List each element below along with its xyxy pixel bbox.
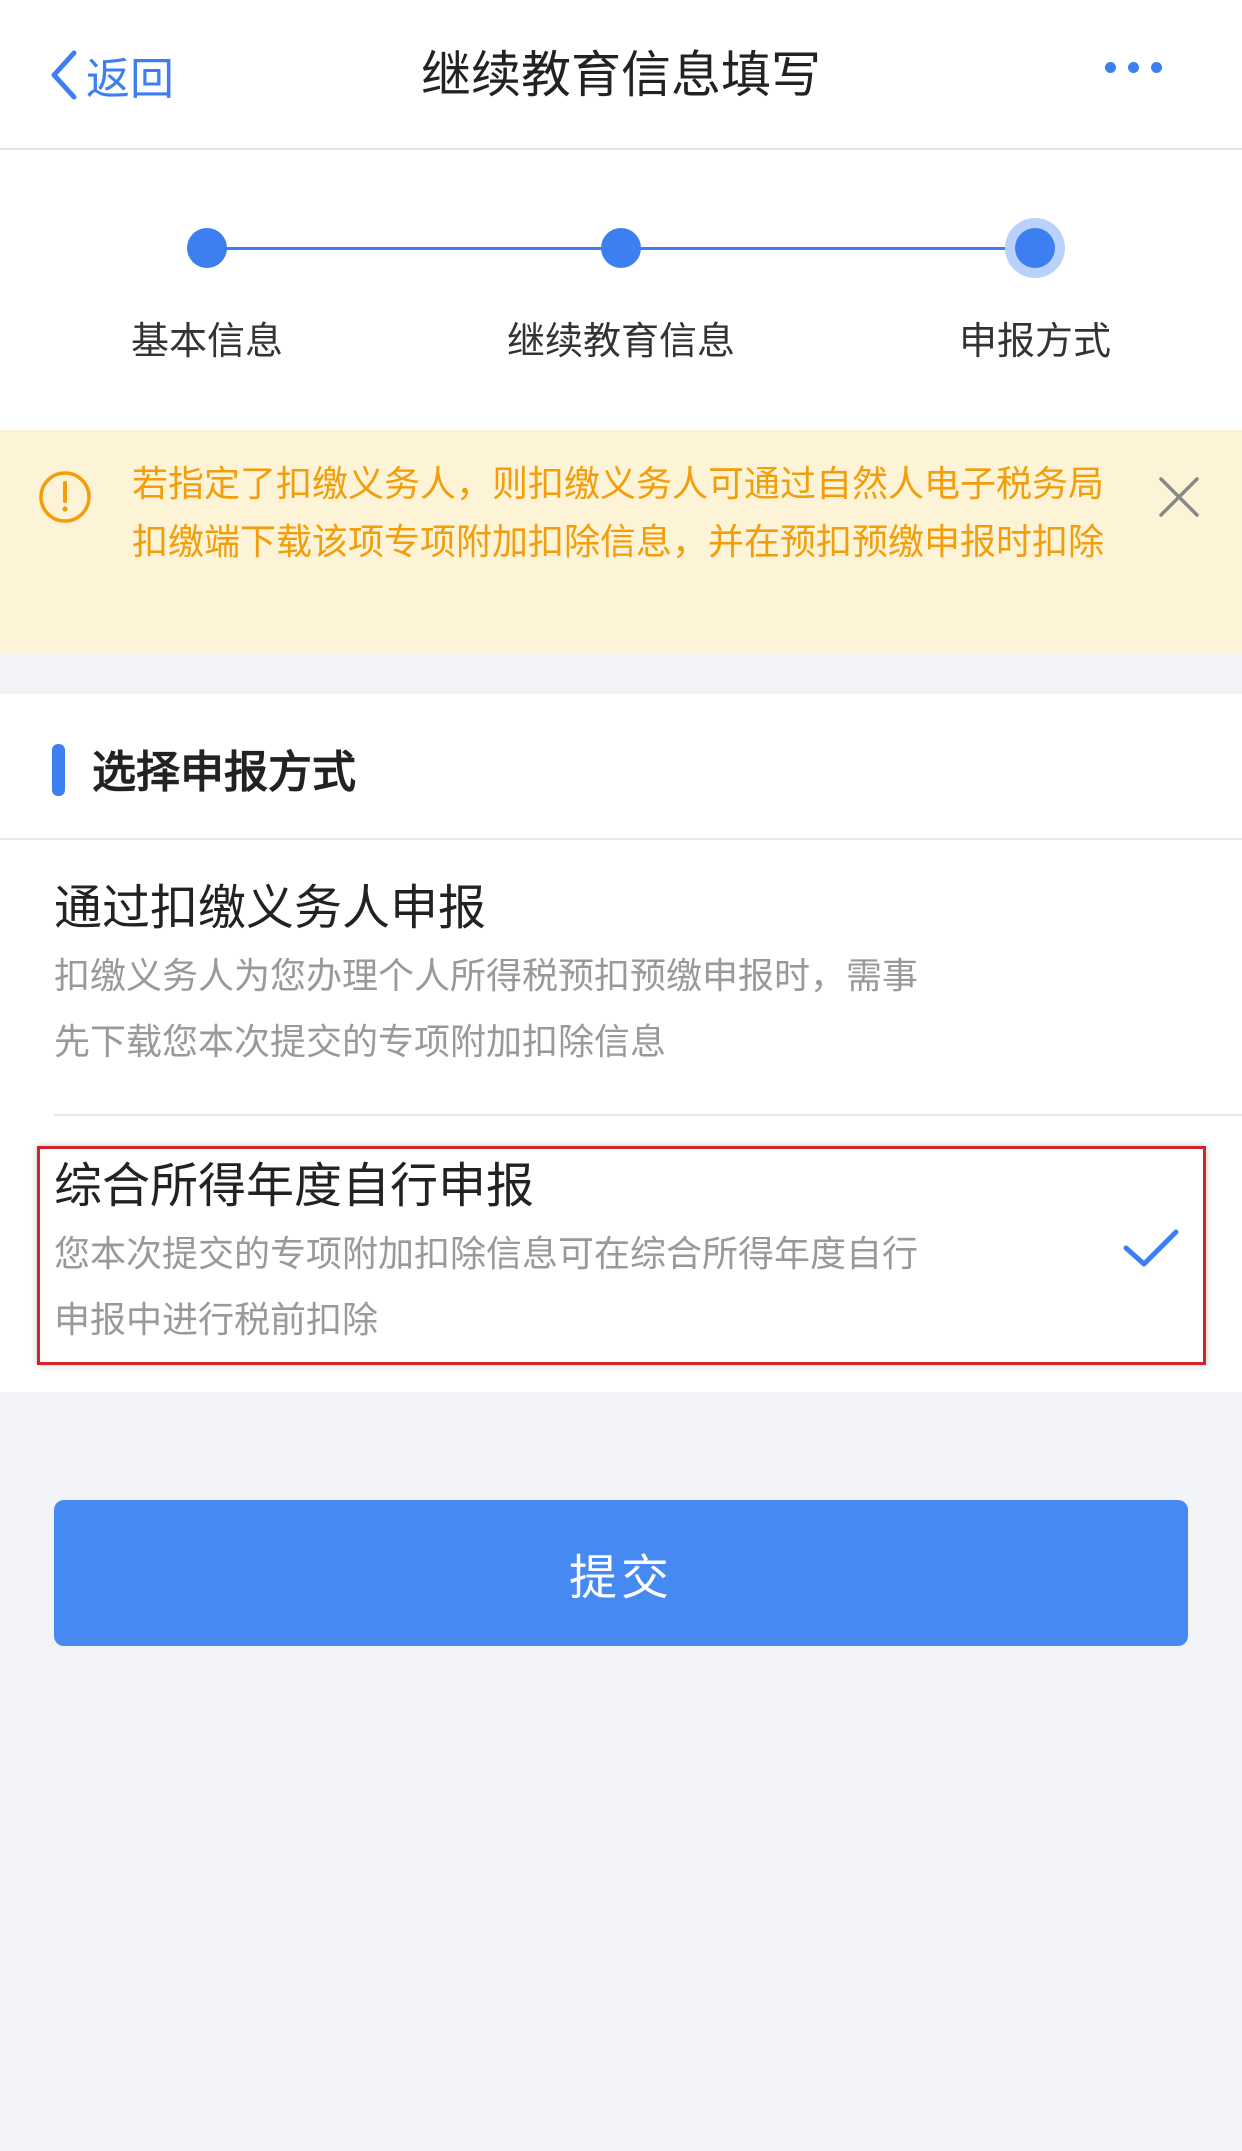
checkmark-icon [1123, 1229, 1179, 1267]
step-label-method: 申报方式 [958, 319, 1111, 363]
declaration-method-card: 选择申报方式 通过扣缴义务人申报 扣缴义务人为您办理个人所得税预扣预缴申报时，需… [0, 694, 1242, 1392]
more-dot [1128, 62, 1139, 73]
progress-steps: 基本信息 继续教育信息 申报方式 [0, 150, 1242, 430]
section-title: 选择申报方式 [92, 747, 356, 798]
option-description: 扣缴义务人为您办理个人所得税预扣预缴申报时，需事 先下载您本次提交的专项附加扣除… [54, 944, 1034, 1076]
section-accent-bar [52, 744, 65, 796]
option-title: 通过扣缴义务人申报 [54, 880, 487, 936]
option-withholding-agent[interactable]: 通过扣缴义务人申报 扣缴义务人为您办理个人所得税预扣预缴申报时，需事 先下载您本… [54, 878, 1204, 1076]
step-dot-basic [187, 228, 227, 268]
step-dot-method [1015, 228, 1055, 268]
step-connector [207, 247, 621, 250]
notice-banner: 若指定了扣缴义务人，则扣缴义务人可通过自然人电子税务局扣缴端下载该项专项附加扣除… [0, 430, 1242, 654]
submit-button[interactable]: 提交 [54, 1500, 1188, 1646]
section-header: 选择申报方式 [0, 694, 1242, 840]
close-icon[interactable] [1154, 472, 1204, 522]
notice-text: 若指定了扣缴义务人，则扣缴义务人可通过自然人电子税务局扣缴端下载该项专项附加扣除… [132, 464, 1105, 563]
more-dot [1151, 62, 1162, 73]
warning-icon [39, 471, 91, 523]
nav-bar: 返回 继续教育信息填写 [0, 0, 1242, 150]
page-title: 继续教育信息填写 [421, 46, 821, 104]
step-label-education: 继续教育信息 [506, 319, 735, 363]
step-label-basic: 基本信息 [130, 319, 283, 363]
more-icon[interactable] [1105, 62, 1162, 73]
option-desc-line: 扣缴义务人为您办理个人所得税预扣预缴申报时，需事 [54, 956, 919, 997]
more-dot [1105, 62, 1116, 73]
step-connector [621, 247, 1035, 250]
step-dot-education [601, 228, 641, 268]
option-divider [54, 1114, 1242, 1116]
selection-highlight-box [37, 1146, 1206, 1365]
option-desc-line: 先下载您本次提交的专项附加扣除信息 [54, 1022, 667, 1063]
